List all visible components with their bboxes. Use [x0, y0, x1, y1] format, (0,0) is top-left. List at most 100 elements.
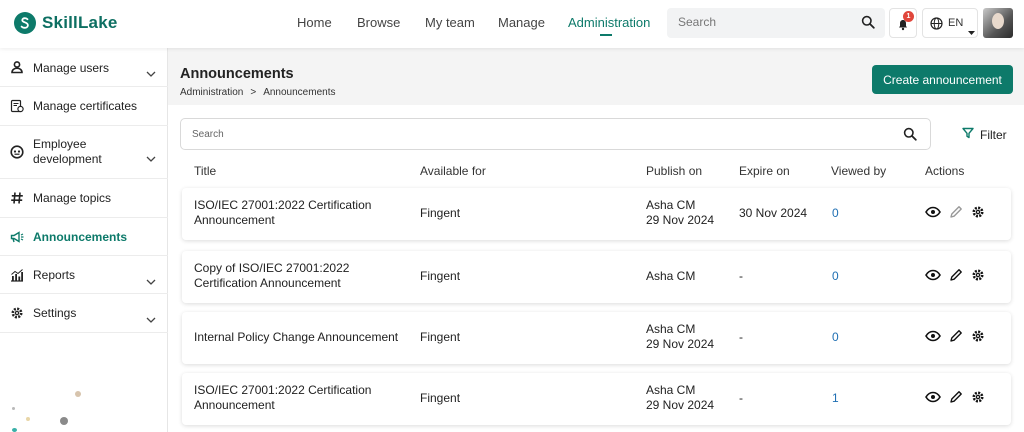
- announcement-title[interactable]: ISO/IEC 27001:2022 Certification Announc…: [194, 198, 409, 228]
- column-header-available-for[interactable]: Available for: [420, 164, 486, 178]
- title-line: ISO/IEC 27001:2022 Certification: [194, 198, 372, 212]
- breadcrumb-separator: >: [250, 87, 257, 98]
- announcement-search-placeholder: Search: [192, 129, 224, 140]
- development-icon: [10, 145, 24, 164]
- top-navigation-bar: SkillLake Home Browse My team Manage Adm…: [0, 0, 1024, 48]
- announcement-title[interactable]: Internal Policy Change Announcement: [194, 330, 409, 345]
- sidebar-item-announcements[interactable]: Announcements: [0, 218, 168, 256]
- eye-icon[interactable]: [925, 206, 941, 218]
- sidebar-item-label: Manage certificates: [33, 99, 138, 113]
- table-row[interactable]: ISO/IEC 27001:2022 Certification Announc…: [182, 373, 1011, 425]
- available-for: Fingent: [420, 269, 461, 283]
- publisher-name: Asha CM: [646, 198, 696, 212]
- sidebar-item-reports[interactable]: Reports: [0, 256, 168, 294]
- breadcrumb: Administration > Announcements: [180, 87, 335, 98]
- row-actions: [925, 329, 993, 343]
- expire-on: 30 Nov 2024: [739, 206, 808, 220]
- column-header-title[interactable]: Title: [194, 164, 216, 178]
- avatar-face: [992, 13, 1004, 29]
- title-line: Announcement: [194, 213, 275, 227]
- user-avatar[interactable]: [983, 8, 1013, 38]
- nav-my-team[interactable]: My team: [425, 15, 475, 30]
- title-line: Certification Announcement: [194, 276, 341, 290]
- table-row[interactable]: Copy of ISO/IEC 27001:2022 Certification…: [182, 251, 1011, 303]
- nav-administration[interactable]: Administration: [568, 15, 650, 30]
- nav-browse[interactable]: Browse: [357, 15, 400, 30]
- filter-button[interactable]: Filter: [962, 127, 1007, 142]
- active-nav-indicator: [600, 34, 612, 36]
- nav-home[interactable]: Home: [297, 15, 332, 30]
- global-search-input[interactable]: Search: [667, 8, 885, 38]
- publish-date: 29 Nov 2024: [646, 398, 715, 412]
- chevron-down-icon[interactable]: [146, 310, 156, 328]
- announcement-title[interactable]: Copy of ISO/IEC 27001:2022 Certification…: [194, 261, 409, 291]
- publisher-name: Asha CM: [646, 269, 696, 283]
- table-row[interactable]: Internal Policy Change Announcement Fing…: [182, 312, 1011, 364]
- sidebar-item-label: Settings: [33, 306, 77, 320]
- eye-icon[interactable]: [925, 269, 941, 281]
- table-row[interactable]: ISO/IEC 27001:2022 Certification Announc…: [182, 188, 1011, 240]
- language-code: EN: [948, 17, 964, 29]
- sidebar-item-manage-users[interactable]: Manage users: [0, 48, 168, 87]
- gear-icon[interactable]: [971, 205, 985, 219]
- available-for: Fingent: [420, 391, 461, 405]
- breadcrumb-announcements: Announcements: [263, 87, 336, 98]
- sidebar-item-label: Announcements: [33, 230, 128, 244]
- viewed-by-count[interactable]: 0: [832, 269, 839, 284]
- column-header-publish-on[interactable]: Publish on: [646, 164, 702, 178]
- breadcrumb-administration[interactable]: Administration: [180, 87, 243, 98]
- caret-down-icon: [968, 22, 975, 40]
- language-selector[interactable]: EN: [922, 8, 978, 38]
- sidebar-item-label: Employee development: [33, 137, 102, 166]
- viewed-by-count[interactable]: 0: [832, 206, 839, 221]
- brand-logo[interactable]: SkillLake: [14, 12, 118, 34]
- row-actions: [925, 205, 993, 219]
- global-search-placeholder: Search: [678, 15, 717, 29]
- publish-date: 29 Nov 2024: [646, 337, 715, 351]
- gear-icon[interactable]: [971, 329, 985, 343]
- search-icon[interactable]: [861, 15, 875, 34]
- edit-pencil-icon[interactable]: [949, 205, 963, 219]
- expire-on: -: [739, 269, 743, 283]
- nav-manage[interactable]: Manage: [498, 15, 545, 30]
- chevron-down-icon[interactable]: [146, 149, 156, 167]
- notifications-button[interactable]: 1: [889, 8, 917, 38]
- column-header-viewed-by[interactable]: Viewed by: [831, 164, 886, 178]
- sidebar-item-manage-topics[interactable]: Manage topics: [0, 179, 168, 218]
- row-actions: [925, 390, 993, 404]
- decorative-dot: [60, 417, 68, 425]
- expire-on: -: [739, 330, 743, 344]
- sidebar-item-manage-certificates[interactable]: Manage certificates: [0, 87, 168, 126]
- person-icon: [10, 60, 24, 79]
- sidebar-item-settings[interactable]: Settings: [0, 294, 168, 333]
- viewed-by-count[interactable]: 0: [832, 330, 839, 345]
- eye-icon[interactable]: [925, 330, 941, 342]
- sidebar-item-label: Reports: [33, 268, 76, 282]
- gear-icon[interactable]: [971, 268, 985, 282]
- decorative-dot: [12, 428, 17, 432]
- publish-info: Asha CM 29 Nov 2024: [646, 322, 714, 352]
- chevron-down-icon[interactable]: [146, 64, 156, 82]
- announcement-search-input[interactable]: Search: [180, 118, 931, 150]
- edit-pencil-icon[interactable]: [949, 268, 963, 282]
- globe-icon: [930, 17, 943, 35]
- create-announcement-button[interactable]: Create announcement: [872, 65, 1013, 94]
- admin-sidebar: Manage users Manage certificates Employe…: [0, 48, 168, 432]
- sidebar-item-label: Manage users: [33, 61, 110, 75]
- edit-pencil-icon[interactable]: [949, 390, 963, 404]
- row-actions: [925, 268, 993, 282]
- filter-icon: [962, 127, 974, 142]
- search-icon[interactable]: [903, 127, 917, 146]
- expire-on: -: [739, 391, 743, 405]
- eye-icon[interactable]: [925, 391, 941, 403]
- edit-pencil-icon[interactable]: [949, 329, 963, 343]
- sidebar-item-employee-development[interactable]: Employee development: [0, 126, 168, 179]
- main-content: Announcements Administration > Announcemen…: [168, 48, 1024, 432]
- megaphone-icon: [10, 230, 25, 249]
- column-header-expire-on[interactable]: Expire on: [739, 164, 790, 178]
- gear-icon[interactable]: [971, 390, 985, 404]
- certificate-icon: [10, 99, 25, 119]
- chevron-down-icon[interactable]: [146, 272, 156, 290]
- viewed-by-count[interactable]: 1: [832, 391, 839, 406]
- announcement-title[interactable]: ISO/IEC 27001:2022 Certification Announc…: [194, 383, 409, 413]
